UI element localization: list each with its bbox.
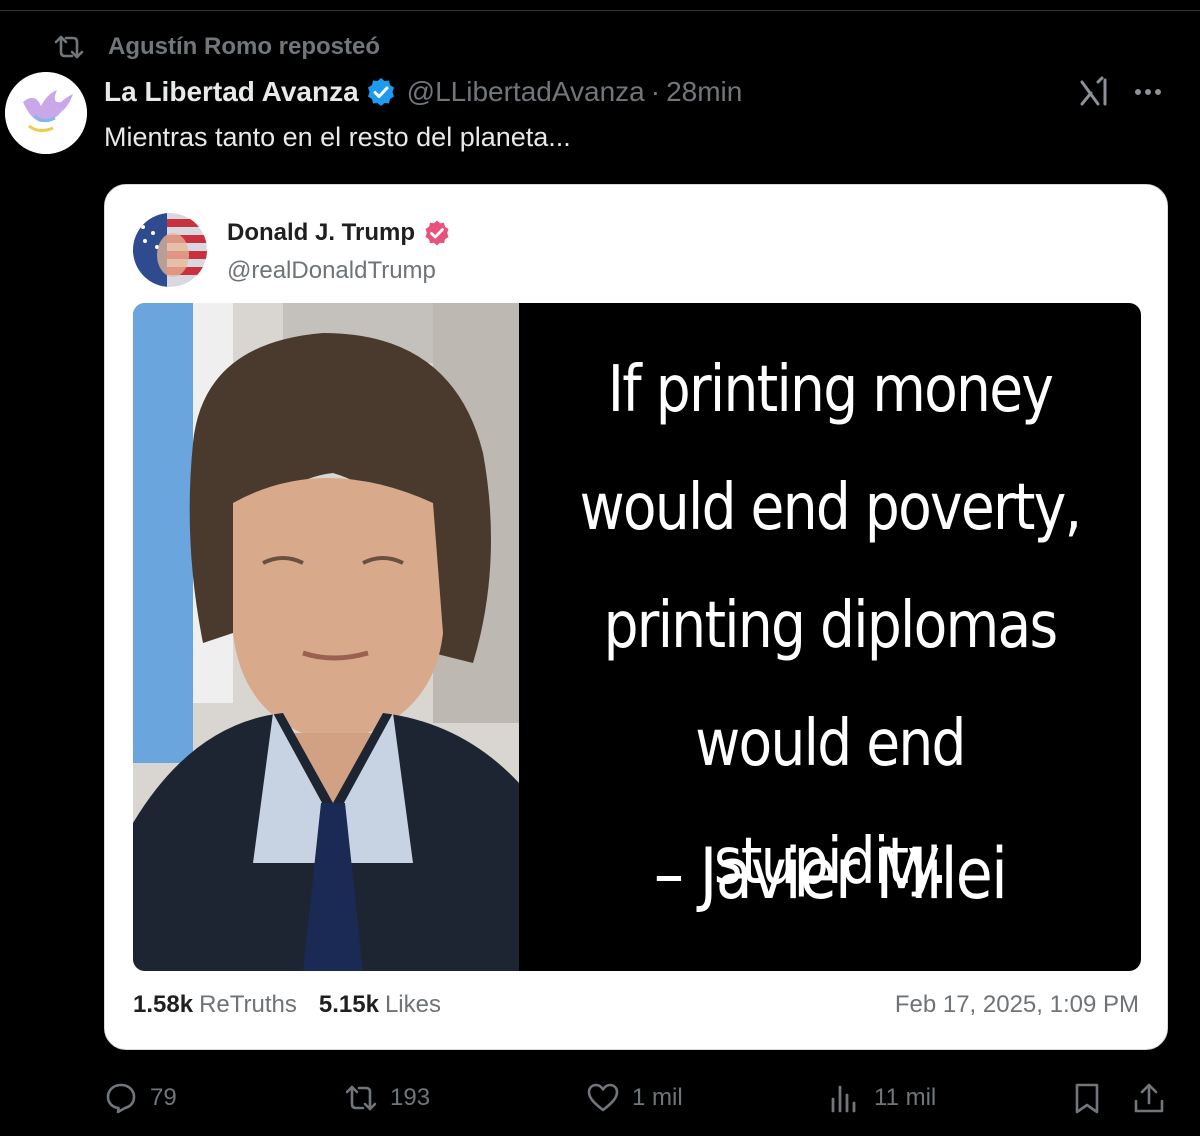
share-icon	[1134, 1083, 1164, 1113]
quoted-stats: 1.58k ReTruths 5.15k Likes	[133, 991, 441, 1019]
repost-icon	[345, 1085, 377, 1111]
quoted-post-image[interactable]: Donald J. Trump @realDonaldTrump If prin…	[104, 184, 1168, 1050]
views-icon	[831, 1085, 856, 1113]
top-divider	[0, 10, 1200, 11]
quote-line: would end poverty,	[579, 471, 1083, 545]
retruths-count: 1.58k	[133, 991, 194, 1018]
repost-count: 193	[390, 1084, 431, 1111]
quoted-author-handle: @realDonaldTrump	[227, 257, 436, 284]
reply-button[interactable]: 79	[104, 1078, 177, 1118]
likes-label: Likes	[384, 991, 441, 1018]
views-count: 11 mil	[874, 1084, 937, 1111]
repost-context[interactable]: Agustín Romo reposteó	[52, 30, 380, 64]
more-icon[interactable]	[1130, 80, 1166, 104]
like-count: 1 mil	[632, 1084, 683, 1111]
grok-icon[interactable]	[1078, 74, 1114, 110]
reply-count: 79	[150, 1084, 177, 1111]
repost-icon	[54, 35, 84, 59]
bookmark-icon	[1075, 1083, 1099, 1114]
repost-label: Agustín Romo reposteó	[108, 33, 381, 60]
verified-badge-icon	[367, 78, 394, 106]
share-button[interactable]	[1132, 1078, 1166, 1118]
like-button[interactable]: 1 mil	[586, 1078, 683, 1118]
repost-button[interactable]: 193	[344, 1078, 430, 1118]
bookmark-button[interactable]	[1070, 1078, 1104, 1118]
views-button[interactable]: 11 mil	[828, 1078, 936, 1118]
quote-author: – Javier Milei	[653, 833, 1008, 915]
quoted-header: Donald J. Trump	[227, 219, 451, 247]
quote-line: printing diplomas	[603, 589, 1059, 663]
verified-badge-icon	[425, 220, 449, 246]
action-bar: 79 193 1 mil 11 mil	[0, 1078, 1200, 1118]
quoted-author-avatar	[133, 213, 207, 287]
separator-dot: ·	[650, 76, 661, 107]
quote-line: If printing money	[607, 353, 1054, 427]
post-time[interactable]: 28min	[666, 76, 742, 108]
retruths-label: ReTruths	[199, 991, 297, 1018]
quoted-date: Feb 17, 2025, 1:09 PM	[894, 991, 1139, 1018]
post-text: Mientras tanto en el resto del planeta..…	[104, 122, 571, 152]
author-avatar[interactable]	[5, 72, 87, 154]
portrait-photo	[133, 303, 519, 971]
like-icon	[587, 1083, 619, 1112]
post-header: La Libertad Avanza @LLibertadAvanza · 28…	[104, 72, 742, 112]
author-handle[interactable]: @LLibertadAvanza	[407, 76, 645, 108]
quote-graphic: If printing money would end poverty, pri…	[133, 303, 1141, 971]
reply-icon	[106, 1083, 136, 1114]
quoted-author-name: Donald J. Trump	[227, 219, 416, 246]
likes-count: 5.15k	[318, 991, 379, 1018]
author-name[interactable]: La Libertad Avanza	[104, 76, 359, 108]
